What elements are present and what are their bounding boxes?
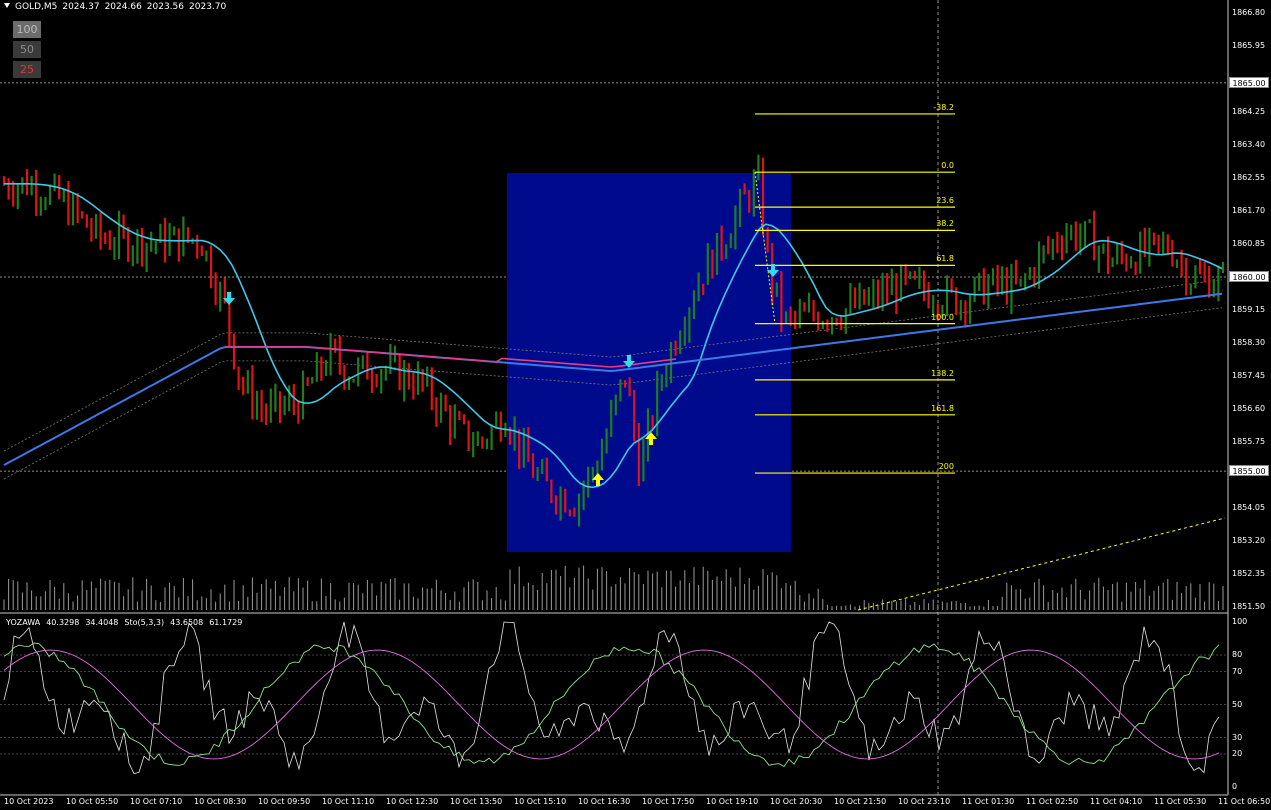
oscillator-tick-label: 80 (1232, 650, 1243, 659)
price-level-box: 1865.00 (1229, 76, 1269, 88)
high-value: 2024.66 (104, 2, 142, 12)
price-tick-label: 1857.45 (1232, 371, 1266, 380)
price-level-box: 1855.00 (1229, 465, 1269, 477)
price-tick-label: 1863.40 (1232, 140, 1266, 149)
trend-projection-line (857, 517, 1226, 611)
dropdown-triangle-icon[interactable] (4, 3, 10, 8)
chart-header: GOLD,M5 2024.37 2024.66 2023.56 2023.70 (4, 2, 231, 12)
fibonacci-level-label: 138.2 (931, 368, 954, 378)
fibonacci-level-label: 23.6 (936, 196, 954, 206)
price-tick-label: 1865.95 (1232, 41, 1266, 50)
price-tick-label: 1860.85 (1232, 239, 1266, 248)
stochastic-value-2: 61.1729 (209, 618, 243, 627)
open-value: 2024.37 (62, 2, 100, 12)
close-value: 2023.70 (189, 2, 227, 12)
price-chart-canvas[interactable] (0, 0, 1271, 810)
low-value: 2023.56 (146, 2, 185, 12)
time-tick-label: 10 Oct 2023 (4, 797, 54, 806)
time-tick-label: 10 Oct 15:10 (514, 797, 567, 806)
time-tick-label: 10 Oct 09:50 (258, 797, 311, 806)
volume-bars (3, 565, 1224, 610)
period-button-100[interactable]: 100 (13, 21, 41, 38)
price-tick-label: 1858.30 (1232, 338, 1266, 347)
time-tick-label: 11 Oct 02:50 (1026, 797, 1079, 806)
oscillator-tick-label: 20 (1232, 749, 1243, 758)
time-tick-label: 10 Oct 19:10 (706, 797, 759, 806)
indicator-header: YOZAWA 40.3298 34.4048 Sto(5,3,3) 43.6508 61.… (6, 618, 248, 627)
time-tick-label: 10 Oct 05:50 (66, 797, 119, 806)
price-tick-label: 1851.50 (1232, 602, 1266, 611)
time-tick-label: 10 Oct 21:50 (834, 797, 887, 806)
period-button-25[interactable]: 25 (13, 61, 41, 78)
price-tick-label: 1864.25 (1232, 107, 1266, 116)
time-tick-label: 10 Oct 07:10 (130, 797, 183, 806)
price-tick-label: 1862.55 (1232, 173, 1266, 182)
fibonacci-level-label: 161.8 (931, 403, 954, 413)
price-tick-label: 1855.75 (1232, 437, 1266, 446)
time-tick-label: 10 Oct 17:50 (642, 797, 695, 806)
time-tick-label: 10 Oct 13:50 (450, 797, 503, 806)
indicator-value-2: 34.4048 (85, 618, 119, 627)
stochastic-name: Sto(5,3,3) (124, 618, 165, 627)
indicator-value-1: 40.3298 (46, 618, 80, 627)
oscillator-main-line (3, 621, 1220, 775)
oscillator-tick-label: 0 (1232, 782, 1238, 791)
stochastic-oscillator (0, 621, 1228, 775)
time-tick-label: 10 Oct 08:30 (194, 797, 247, 806)
time-tick-label: 11 Oct 05:30 (1154, 797, 1207, 806)
price-level-box: 1860.00 (1229, 271, 1269, 282)
time-tick-label: 10 Oct 11:10 (322, 797, 375, 806)
oscillator-tick-label: 50 (1232, 699, 1243, 709)
fibonacci-level-label: 0.0 (941, 161, 954, 171)
price-tick-label: 1866.80 (1232, 8, 1266, 17)
period-button-50[interactable]: 50 (13, 41, 41, 58)
oscillator-tick-label: 30 (1232, 732, 1243, 742)
price-tick-label: 1861.70 (1232, 206, 1266, 215)
price-tick-label: 1856.60 (1232, 404, 1266, 413)
fibonacci-level-label: 61.8 (936, 254, 954, 264)
time-tick-label: 10 Oct 20:30 (770, 797, 823, 806)
time-tick-label: 11 Oct 06:50 (1218, 797, 1271, 806)
fibonacci-level-label: -38.2 (933, 102, 954, 112)
stochastic-value-1: 43.6508 (170, 618, 204, 627)
oscillator-tick-label: 100 (1232, 617, 1248, 626)
time-tick-label: 11 Oct 04:10 (1090, 797, 1143, 806)
fibonacci-level-label: 38.2 (936, 219, 954, 229)
fibonacci-level-label: 100.0 (931, 312, 954, 322)
price-tick-label: 1859.15 (1232, 305, 1266, 314)
time-tick-label: 10 Oct 23:10 (898, 797, 951, 806)
price-tick-label: 1853.20 (1232, 536, 1266, 545)
price-tick-label: 1852.35 (1232, 569, 1266, 578)
fibonacci-level-label: 200 (938, 462, 954, 472)
time-tick-label: 11 Oct 01:30 (962, 797, 1015, 806)
price-tick-label: 1854.05 (1232, 503, 1266, 512)
oscillator-tick-label: 70 (1232, 666, 1243, 676)
symbol-label: GOLD,M5 (15, 2, 58, 12)
time-tick-label: 10 Oct 16:30 (578, 797, 631, 806)
time-tick-label: 10 Oct 12:30 (386, 797, 439, 806)
indicator-name: YOZAWA (6, 618, 41, 627)
